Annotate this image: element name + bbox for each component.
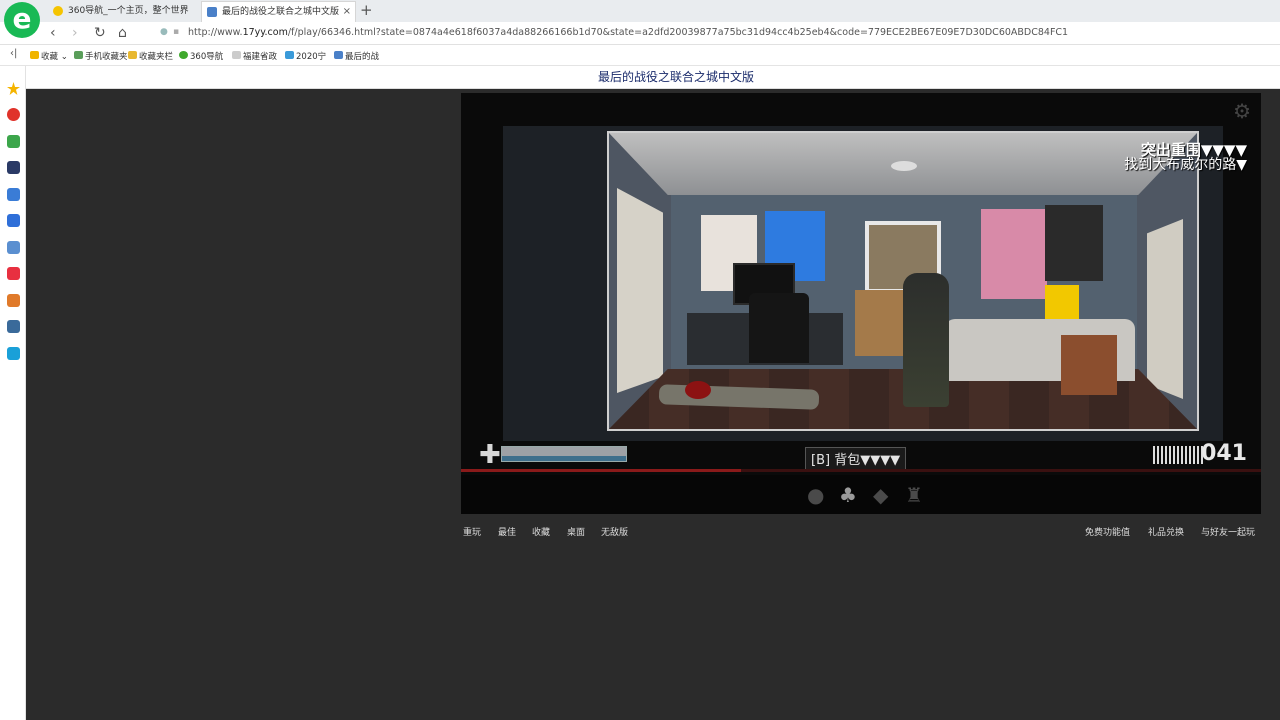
bookmark-label: 福建省政 xyxy=(243,52,278,62)
tab-label: 360导航_一个主页，整个世界 xyxy=(68,6,189,16)
bookmark-mobile[interactable]: 手机收藏夹 xyxy=(74,50,128,62)
objective: 突出重围▼▼▼▼ 找到大布威尔的路▼ xyxy=(1124,143,1247,173)
app2-icon[interactable] xyxy=(7,320,20,333)
backpack-icon[interactable]: ♣ xyxy=(839,483,857,507)
link-gift-exchange[interactable]: 礼品兑换 xyxy=(1148,525,1184,538)
progress-fill xyxy=(461,469,741,472)
bookmark-label: 360导航 xyxy=(190,52,224,62)
app-icon[interactable] xyxy=(7,294,20,307)
armor-fill xyxy=(502,456,626,461)
link-replay[interactable]: 重玩 xyxy=(463,525,481,538)
bookmarks-bar: ‹| 收藏 ⌄ 手机收藏夹 收藏夹栏 360导航 福建省政 2020宁 最后的战 xyxy=(0,45,1280,66)
weibo-icon[interactable] xyxy=(7,108,20,121)
url-input[interactable]: http://www.17yy.com/f/play/66346.html?st… xyxy=(188,27,1068,38)
lock-icon: ▪ xyxy=(173,27,180,37)
health-icon: ✚ xyxy=(479,440,501,470)
browser-logo[interactable]: e xyxy=(4,2,40,38)
mail-icon[interactable] xyxy=(7,135,20,148)
new-tab-button[interactable]: + xyxy=(360,1,373,19)
link-free-points[interactable]: 免费功能值 xyxy=(1085,525,1130,538)
home-icon[interactable]: ⌂ xyxy=(118,25,127,41)
link-desktop[interactable]: 桌面 xyxy=(567,525,585,538)
forward-icon[interactable]: › xyxy=(72,25,78,41)
doc-icon[interactable] xyxy=(7,188,20,201)
news-icon[interactable] xyxy=(7,161,20,174)
video-icon[interactable] xyxy=(7,267,20,280)
shield-icon: ● xyxy=(160,27,168,37)
notebook-icon[interactable]: ◆ xyxy=(873,483,888,507)
blood xyxy=(685,381,711,399)
bookmark-2020[interactable]: 2020宁 xyxy=(285,50,326,62)
bookmark-label: 收藏夹栏 xyxy=(139,52,174,62)
game-icon xyxy=(207,7,217,17)
nightstand xyxy=(1061,335,1117,395)
page-title: 最后的战役之联合之城中文版 xyxy=(597,70,754,84)
refresh-icon[interactable]: ↻ xyxy=(94,25,106,41)
bookmark-label: 最后的战 xyxy=(345,52,380,62)
pay-icon[interactable] xyxy=(7,347,20,360)
bookmark-favorites[interactable]: 收藏 ⌄ xyxy=(30,50,68,62)
link-invincible[interactable]: 无敌版 xyxy=(601,525,628,538)
bookmark-bar-folder[interactable]: 收藏夹栏 xyxy=(128,50,173,62)
game-toolbar: ● ♣ ◆ ♜ xyxy=(461,475,1261,514)
head-icon[interactable]: ● xyxy=(807,483,824,507)
collapse-icon[interactable]: ‹| xyxy=(10,48,17,59)
tab-game[interactable]: 最后的战役之联合之城中文版 × xyxy=(201,1,356,22)
globe-icon xyxy=(179,51,188,59)
back-icon[interactable]: ‹ xyxy=(50,25,56,41)
gear-icon[interactable]: ⚙ xyxy=(1233,99,1251,123)
progress-line xyxy=(461,469,1261,472)
objective-subtitle: 找到大布威尔的路▼ xyxy=(1124,157,1247,173)
tv-icon xyxy=(285,51,294,59)
game-icon xyxy=(334,51,343,59)
phone-icon xyxy=(74,51,83,59)
objective-title: 突出重围▼▼▼▼ xyxy=(1140,141,1247,159)
ammo-ticks xyxy=(1153,446,1205,464)
link-play-with-friends[interactable]: 与好友一起玩 xyxy=(1201,525,1255,538)
bookmark-360[interactable]: 360导航 xyxy=(179,50,223,62)
sidebar xyxy=(0,66,26,720)
game-icon[interactable] xyxy=(7,241,20,254)
url-domain: 17yy.com xyxy=(242,27,288,38)
ammo-count: 041 xyxy=(1201,441,1247,466)
bookmark-label: 手机收藏夹 xyxy=(85,52,128,62)
url-path: /f/play/66346.html?state=0874a4e618f6037… xyxy=(287,27,1069,38)
tab-bar: 360导航_一个主页，整个世界 最后的战役之联合之城中文版 × + xyxy=(0,0,1280,22)
chat-icon[interactable] xyxy=(7,214,20,227)
link-favorite[interactable]: 收藏 xyxy=(532,525,550,538)
room-door xyxy=(1147,219,1183,399)
page-header: 最后的战役之联合之城中文版 xyxy=(26,66,1280,89)
star-icon[interactable] xyxy=(7,82,20,95)
tab-label: 最后的战役之联合之城中文版 xyxy=(222,7,340,17)
backpack-tooltip: [B] 背包▼▼▼▼ xyxy=(805,447,907,470)
link-best[interactable]: 最佳 xyxy=(498,525,516,538)
office-chair xyxy=(749,293,809,363)
player-soldier xyxy=(903,273,949,407)
poster xyxy=(1045,285,1079,319)
bookmark-fujian[interactable]: 福建省政 xyxy=(232,50,277,62)
bedroom xyxy=(607,131,1199,431)
poster xyxy=(981,209,1047,299)
game-links: 重玩 最佳 收藏 桌面 无敌版 免费功能值 礼品兑换 与好友一起玩 xyxy=(461,525,1261,539)
globe-icon xyxy=(53,6,63,16)
game-scene xyxy=(503,126,1223,441)
page-icon xyxy=(232,51,241,59)
health-bar xyxy=(501,446,627,462)
address-bar: ‹ › ↻ ⌂ ● ▪ http://www.17yy.com/f/play/6… xyxy=(0,22,1280,45)
closet-door xyxy=(617,188,663,393)
folder-icon xyxy=(128,51,137,59)
star-icon xyxy=(30,51,39,59)
tab-360-nav[interactable]: 360导航_一个主页，整个世界 xyxy=(48,1,200,22)
url-prefix: http://www. xyxy=(188,27,243,38)
health-fill xyxy=(502,447,626,456)
poster xyxy=(1045,205,1103,281)
bookmark-game[interactable]: 最后的战 xyxy=(334,50,379,62)
ceiling-lamp xyxy=(891,161,917,171)
bookmark-label: 2020宁 xyxy=(296,52,327,62)
close-icon[interactable]: × xyxy=(343,2,351,22)
game-canvas[interactable]: ⚙ 突出重围▼▼▼▼ 找到大布威尔的路▼ ✚ [B] 背包▼▼▼▼ 041 ● … xyxy=(461,93,1261,514)
trophy-icon[interactable]: ♜ xyxy=(905,483,923,507)
bookmark-label: 收藏 xyxy=(41,52,59,62)
